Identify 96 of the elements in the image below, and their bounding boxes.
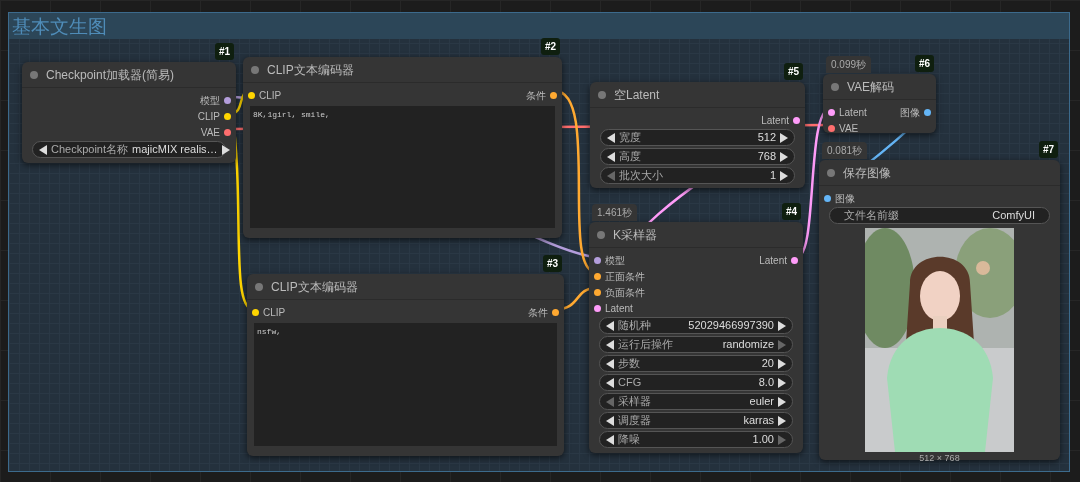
value-stepper[interactable]: 高度 768 [600,148,795,165]
node-title: Checkpoint加载器(简易) [46,66,175,84]
node-title-bar[interactable]: VAE解码 [823,74,936,100]
node-title-bar[interactable]: 空Latent [590,82,805,108]
left-arrow-icon[interactable] [607,151,615,162]
node-title: 保存图像 [843,164,891,182]
left-arrow-icon[interactable] [606,377,614,388]
node-title-bar[interactable]: CLIP文本编码器 [243,57,562,83]
value-stepper[interactable]: 批次大小 1 [600,167,795,184]
input-port-label: CLIP [263,305,286,320]
value-stepper[interactable]: 宽度 512 [600,129,795,146]
execution-time: 0.081秒 [822,142,868,159]
prompt-textarea[interactable]: nsfw, [254,323,557,446]
value-stepper[interactable]: 调度器 karras [599,412,793,429]
output-port-label: 条件 [526,88,546,103]
stepper-label: 高度 [619,149,641,165]
value-stepper[interactable]: 运行后操作 randomize [599,336,793,353]
output-port-label: Latent [761,113,789,128]
stepper-label: 宽度 [619,130,641,146]
stepper-value: 512 [757,130,776,146]
output-port-label: VAE [200,125,220,140]
prompt-textarea[interactable]: 8K,1girl, smile, [250,106,555,228]
stepper-label: Checkpoint名称 [51,142,129,158]
node-title: 空Latent [614,86,660,104]
stepper-value: 8.0 [758,375,774,391]
group-title: 基本文生图 [12,16,107,36]
stepper-label: 步数 [618,356,640,372]
left-arrow-icon[interactable] [606,339,614,350]
node-title: K采样器 [613,226,657,244]
node-id-badge: #1 [214,43,234,60]
text-field[interactable]: 文件名前缀 ComfyUI [829,207,1050,224]
right-arrow-icon[interactable] [778,358,786,369]
node-title-bar[interactable]: K采样器 [589,222,803,248]
stepper-value: karras [743,413,774,429]
right-arrow-icon[interactable] [780,132,788,143]
right-arrow-icon[interactable] [780,170,788,181]
value-stepper[interactable]: CFG 8.0 [599,374,793,391]
output-port-label: CLIP [197,109,220,124]
group-frame[interactable] [8,12,1070,472]
stepper-label: 运行后操作 [618,337,673,353]
input-port-label: 负面条件 [605,285,645,300]
input-port-label: VAE [839,121,859,136]
node-id-badge: #5 [783,63,803,80]
input-port-label: Latent [839,105,867,120]
node-id-badge: #2 [540,38,560,55]
stepper-label: 采样器 [618,394,651,410]
node-id-badge: #6 [914,55,934,72]
node-title: CLIP文本编码器 [271,278,358,296]
left-arrow-icon[interactable] [606,415,614,426]
stepper-label: CFG [618,375,642,391]
right-arrow-icon[interactable] [778,377,786,388]
output-port-label: 条件 [528,305,548,320]
stepper-label: 降噪 [618,432,640,448]
left-arrow-icon[interactable] [607,132,615,143]
stepper-value: 768 [757,149,776,165]
stepper-value: euler [749,394,774,410]
node-title: CLIP文本编码器 [267,61,354,79]
value-stepper[interactable]: 采样器 euler [599,393,793,410]
stepper-value: randomize [722,337,774,353]
value-stepper[interactable]: 步数 20 [599,355,793,372]
node-title: VAE解码 [847,78,895,96]
node-title-bar[interactable]: 保存图像 [819,160,1060,186]
node-id-badge: #7 [1038,141,1058,158]
execution-time: 0.099秒 [826,56,872,73]
stepper-label: 调度器 [618,413,651,429]
left-arrow-icon[interactable] [606,358,614,369]
input-port-label: CLIP [259,88,282,103]
left-arrow-icon[interactable] [606,320,614,331]
left-arrow-icon[interactable] [39,144,47,155]
input-port-label: 模型 [605,253,625,268]
node-title-bar[interactable]: Checkpoint加载器(简易) [22,62,236,88]
value-stepper[interactable]: 降噪 1.00 [599,431,793,448]
right-arrow-icon[interactable] [780,151,788,162]
value-stepper[interactable]: 随机种 52029466997390 [599,317,793,334]
node-id-badge: #3 [542,255,562,272]
input-port-label: 正面条件 [605,269,645,284]
right-arrow-icon[interactable] [778,415,786,426]
stepper-value: 20 [761,356,774,372]
output-port-label: 图像 [900,105,920,120]
node-id-badge: #4 [781,203,801,220]
input-port-label: 图像 [835,191,855,206]
output-port-label: Latent [759,253,787,268]
stepper-label: 随机种 [618,318,651,334]
node-title-bar[interactable]: CLIP文本编码器 [247,274,564,300]
input-port-label: Latent [605,301,633,316]
right-arrow-icon[interactable] [778,320,786,331]
stepper-label: 批次大小 [619,168,663,184]
output-port-label: 模型 [200,93,220,108]
right-arrow-icon[interactable] [778,396,786,407]
stepper-value: 52029466997390 [688,318,774,334]
execution-time: 1.461秒 [592,204,638,221]
right-arrow-icon[interactable] [221,144,230,155]
stepper-value: 1.00 [752,432,774,448]
left-arrow-icon[interactable] [606,434,614,445]
stepper-value: 1 [769,168,776,184]
stepper-value: majicMIX realis… [132,142,218,158]
